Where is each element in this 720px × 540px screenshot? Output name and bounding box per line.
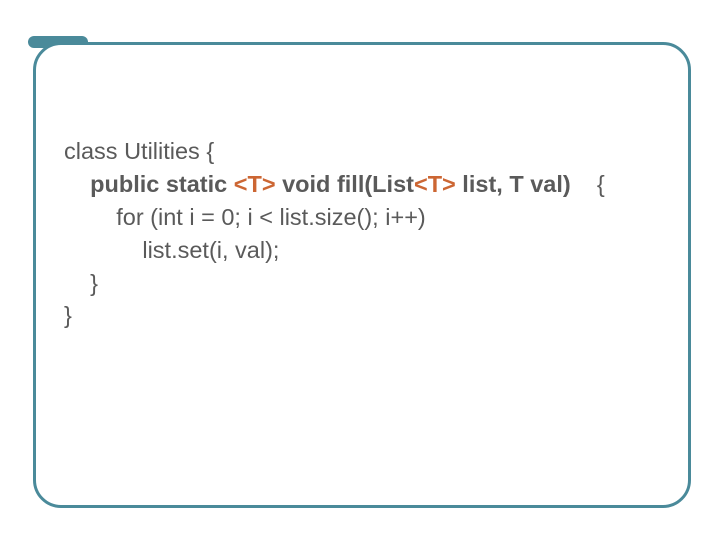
code-line-4: list.set(i, val);: [64, 237, 279, 263]
code-brace: {: [597, 171, 605, 197]
code-block: class Utilities { public static <T> void…: [64, 135, 680, 332]
code-generic-type: <T>: [234, 171, 276, 197]
code-line-3: for (int i = 0; i < list.size(); i++): [64, 204, 426, 230]
code-line-6: }: [64, 302, 72, 328]
code-line-5: }: [64, 270, 98, 296]
code-signature: list, T val): [456, 171, 597, 197]
indent: [64, 171, 90, 197]
content-card: class Utilities { public static <T> void…: [33, 42, 691, 508]
code-generic-type: <T>: [414, 171, 456, 197]
slide: class Utilities { public static <T> void…: [0, 0, 720, 540]
code-line-1: class Utilities {: [64, 138, 214, 164]
code-keyword: public static: [90, 171, 234, 197]
code-signature: void fill(List: [276, 171, 414, 197]
